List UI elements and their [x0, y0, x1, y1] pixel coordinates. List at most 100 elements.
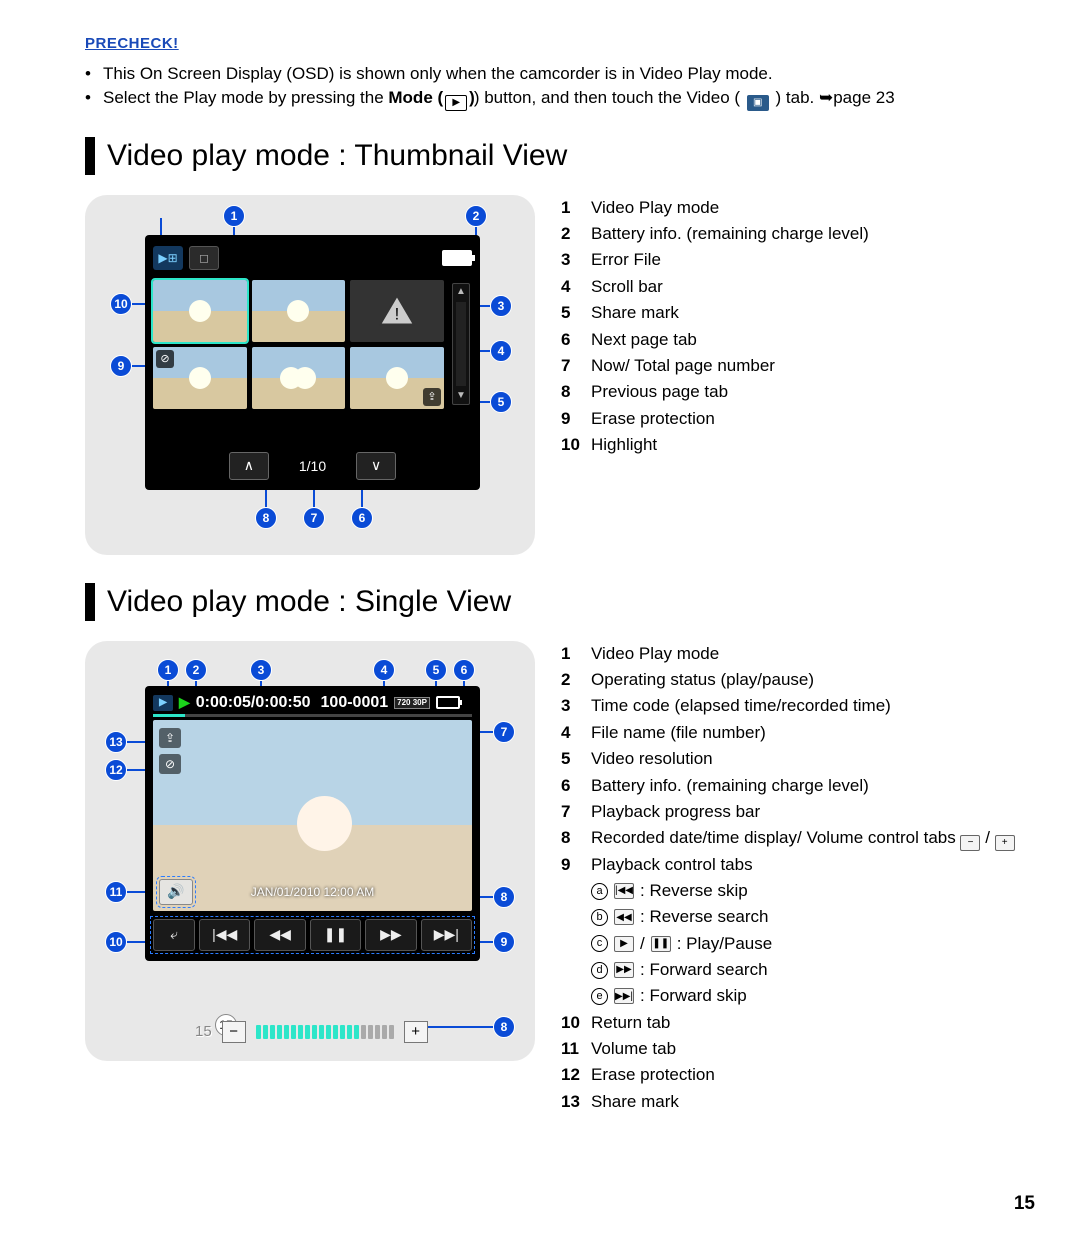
legend-text: Share mark	[591, 1089, 679, 1115]
video-play-mode-icon: ▶⊞	[153, 246, 183, 270]
page-number: 15	[1014, 1193, 1035, 1215]
diagram-single-view: 1 2 3 4 5 6 7 13 12 11 10 8 9 8 15 ▶	[85, 641, 535, 1061]
legend-text: Previous page tab	[591, 379, 728, 405]
progress-bar	[153, 714, 472, 717]
legend-row: 3Time code (elapsed time/recorded time)	[561, 693, 1025, 719]
callout-2: 2	[465, 205, 487, 227]
legend-row: 12Erase protection	[561, 1062, 1025, 1088]
legend-thumbnail: 1Video Play mode2Battery info. (remainin…	[561, 195, 1025, 555]
legend-subrow: b◀◀ : Reverse search	[591, 904, 1025, 930]
resolution-badge: 720 30P	[394, 697, 430, 709]
volume-minus-button[interactable]: −	[222, 1021, 246, 1043]
legend-text: Time code (elapsed time/recorded time)	[591, 693, 891, 719]
legend-number: 7	[561, 353, 591, 379]
legend-text: Playback control tabs	[591, 852, 753, 878]
callout-s10: 10	[105, 931, 127, 953]
legend-text: Video resolution	[591, 746, 713, 772]
legend-row: 7Playback progress bar	[561, 799, 1025, 825]
battery-icon	[436, 696, 460, 709]
legend-number: 10	[561, 1010, 591, 1036]
pause-icon: ❚❚	[651, 936, 671, 952]
legend-subrow: a|◀◀ : Reverse skip	[591, 878, 1025, 904]
legend-subrow: e▶▶| : Forward skip	[591, 983, 1025, 1009]
reverse-search-button[interactable]: ◀◀	[254, 919, 305, 951]
playback-glyph-icon: ▶▶	[614, 962, 634, 978]
sub-text: : Forward skip	[640, 983, 747, 1009]
svg-text:!: !	[395, 304, 400, 323]
callout-s6: 6	[453, 659, 475, 681]
callout-10: 10	[110, 293, 132, 315]
legend-text: Video Play mode	[591, 641, 719, 667]
legend-text: Scroll bar	[591, 274, 663, 300]
legend-text: File name (file number)	[591, 720, 766, 746]
legend-row: 4Scroll bar	[561, 274, 1025, 300]
volume-button[interactable]: 🔊	[159, 879, 193, 905]
callout-s5: 5	[425, 659, 447, 681]
section-title-thumbnail: Video play mode : Thumbnail View	[85, 137, 1025, 175]
legend-text: Highlight	[591, 432, 657, 458]
sub-text: : Forward search	[640, 957, 768, 983]
sub-letter-circle: d	[591, 962, 608, 979]
thumbnail-2	[252, 280, 346, 342]
error-triangle-icon: !	[377, 291, 417, 331]
thumbnail-1-highlighted	[153, 280, 247, 342]
legend-subrow: d ▶▶ : Forward search	[591, 957, 1025, 983]
share-mark-icon: ⇪	[423, 388, 441, 406]
instruction-1: This On Screen Display (OSD) is shown on…	[103, 62, 773, 86]
legend-row: 5Share mark	[561, 300, 1025, 326]
legend-text: Operating status (play/pause)	[591, 667, 814, 693]
legend-number: 12	[561, 1062, 591, 1088]
playback-glyph-icon: |◀◀	[614, 883, 634, 899]
legend-number: 1	[561, 195, 591, 221]
return-button[interactable]: ⤶	[153, 919, 195, 951]
play-icon: ▶	[614, 936, 634, 952]
legend-row: 2Operating status (play/pause)	[561, 667, 1025, 693]
legend-row: 8Previous page tab	[561, 379, 1025, 405]
forward-skip-button[interactable]: ▶▶|	[421, 919, 472, 951]
legend-number: 4	[561, 720, 591, 746]
legend-number: 3	[561, 693, 591, 719]
legend-row: 11Volume tab	[561, 1036, 1025, 1062]
callout-s11: 11	[105, 881, 127, 903]
legend-row: 7Now/ Total page number	[561, 353, 1025, 379]
legend-subrow: c▶/❚❚ : Play/Pause	[591, 931, 1025, 957]
next-page-button[interactable]: ∨	[356, 452, 396, 480]
legend-row: 1Video Play mode	[561, 195, 1025, 221]
legend-row: 10Return tab	[561, 1010, 1025, 1036]
callout-s4: 4	[373, 659, 395, 681]
callout-6: 6	[351, 507, 373, 529]
volume-meter	[256, 1025, 394, 1039]
reverse-skip-button[interactable]: |◀◀	[199, 919, 250, 951]
legend-number: 13	[561, 1089, 591, 1115]
diagram-thumbnail-view: 1 2 3 4 5 10 9 8 7 6 ▶⊞ ◻	[85, 195, 535, 555]
play-pause-button[interactable]: ❚❚	[310, 919, 361, 951]
callout-8: 8	[255, 507, 277, 529]
erase-protection-icon: ⊘	[159, 754, 181, 774]
prev-page-button[interactable]: ∧	[229, 452, 269, 480]
forward-search-button[interactable]: ▶▶	[365, 919, 416, 951]
sub-letter-circle: a	[591, 883, 608, 900]
thumbnail-grid: ! ⊘ ⇪	[153, 280, 444, 409]
legend-number: 5	[561, 300, 591, 326]
thumbnail-3-error: !	[350, 280, 444, 342]
instruction-2: Select the Play mode by pressing the Mod…	[103, 86, 895, 111]
playback-controls: ⤶ |◀◀ ◀◀ ❚❚ ▶▶ ▶▶|	[153, 919, 472, 951]
page-counter: 1/10	[299, 458, 326, 474]
volume-plus-button[interactable]: +	[404, 1021, 428, 1043]
sub-text: : Reverse search	[640, 904, 769, 930]
precheck-label: PRECHECK!	[85, 35, 1025, 52]
thumbnail-6: ⇪	[350, 347, 444, 409]
callout-s7: 7	[493, 721, 515, 743]
callout-s3: 3	[250, 659, 272, 681]
legend-text: Erase protection	[591, 406, 715, 432]
legend-text: Playback progress bar	[591, 799, 760, 825]
sub-letter-circle: b	[591, 909, 608, 926]
video-tab-icon: ▣	[747, 95, 769, 111]
legend-row: 6Next page tab	[561, 327, 1025, 353]
datetime-text: JAN/01/2010 12:00 AM	[251, 885, 374, 899]
plus-icon: +	[995, 835, 1015, 851]
legend-number: 1	[561, 641, 591, 667]
legend-text: Error File	[591, 247, 661, 273]
legend-number: 9	[561, 852, 591, 878]
legend-single: 1Video Play mode2Operating status (play/…	[561, 641, 1025, 1115]
